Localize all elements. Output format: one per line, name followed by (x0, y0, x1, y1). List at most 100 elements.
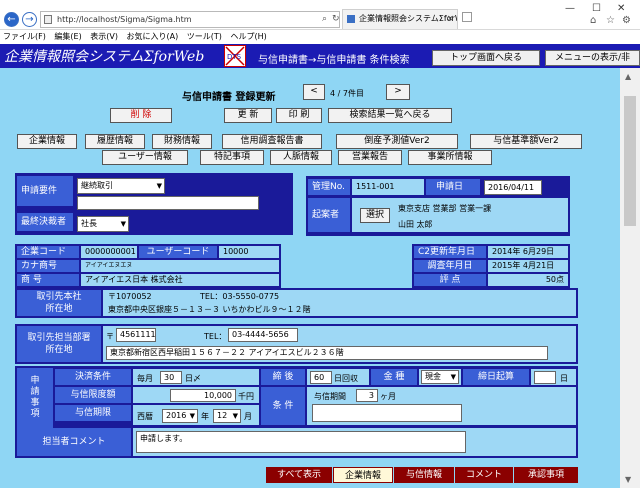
kana-label: カナ商号 (17, 260, 79, 272)
money-kind-select[interactable]: 現金 (421, 370, 459, 384)
scroll-up-icon[interactable]: ▲ (625, 72, 631, 81)
tab-user-info[interactable]: ユーザー情報 (102, 150, 188, 165)
new-tab-icon[interactable] (462, 12, 472, 22)
conditions-label: 条 件 (261, 387, 305, 425)
prev-record-button[interactable]: < (303, 84, 325, 100)
start-day-input[interactable] (534, 371, 556, 384)
bottom-tab-credit[interactable]: 与信情報 (394, 467, 454, 483)
bottom-tab-show-all[interactable]: すべて表示 (266, 467, 332, 483)
menu-edit[interactable]: 編集(E) (54, 32, 81, 41)
credit-limit-unit: 千円 (238, 392, 254, 401)
vertical-scrollbar[interactable]: ▲ ▼ (620, 68, 640, 488)
comment-label: 担当者コメント (17, 428, 131, 456)
menu-view[interactable]: 表示(V) (90, 32, 118, 41)
svg-text:DTS: DTS (227, 53, 242, 61)
back-icon[interactable]: ← (4, 12, 19, 27)
back-to-list-button[interactable]: 検索結果一覧へ戻る (328, 108, 452, 123)
menu-help[interactable]: ヘルプ(H) (230, 32, 266, 41)
address-bar[interactable]: http://localhost/Sigma/Sigma.htm (40, 11, 340, 28)
credit-term-unit: ヶ月 (380, 392, 396, 401)
delete-button[interactable]: 削 除 (110, 108, 172, 123)
user-code-label: ユーザーコード (139, 246, 217, 258)
branch-address-input[interactable]: 東京都新宿区西早稲田１５６７－２２ アイアイエスビル２３６階 (106, 346, 548, 360)
next-record-button[interactable]: > (386, 84, 410, 100)
record-counter: 4 / 7件目 (330, 89, 364, 98)
hq-address: 東京都中央区銀座５－１３－３ いちかわビル９～１２階 (108, 305, 311, 314)
home-icon[interactable]: ⌂ (590, 15, 596, 26)
close-window-icon[interactable]: ✕ (617, 3, 625, 14)
branch-zip-mark: 〒 (106, 332, 114, 341)
closing-day-suffix: 日〆 (185, 374, 201, 383)
apply-date-label: 申請日 (426, 179, 480, 195)
favorites-icon[interactable]: ☆ (606, 15, 615, 26)
approver-label: 最終決裁者 (17, 213, 73, 231)
select-applicant-button[interactable]: 選択 (360, 208, 390, 223)
month-select[interactable]: 12 (213, 409, 241, 423)
credit-limit-label: 与信限度額 (55, 387, 131, 403)
breadcrumb: 与信申請書→与信申請書 条件検索 (258, 55, 410, 66)
tab-title: 企業情報照会システムΣforWeb (359, 14, 457, 23)
tab-sales-report[interactable]: 営業報告 (338, 150, 402, 165)
monthly-text: 毎月 (137, 374, 153, 383)
c2-update-value: 2014年 6月29日 (488, 246, 568, 258)
maximize-icon[interactable]: ☐ (592, 3, 601, 14)
tab-close-icon[interactable]: × (446, 10, 454, 28)
company-code-label: 企業コード (17, 246, 79, 258)
reason-text-input[interactable] (77, 196, 259, 210)
era-text: 西暦 (137, 412, 153, 421)
tab-favicon-icon (347, 15, 355, 23)
credit-term-input[interactable]: 3 (356, 389, 378, 402)
menu-favorites[interactable]: お気に入り(A) (127, 32, 179, 41)
closing-day-input[interactable]: 30 (160, 371, 182, 384)
trade-name-label: 商 号 (17, 274, 79, 286)
tab-credit-report[interactable]: 信用調査報告書 (222, 134, 322, 149)
address-url: http://localhost/Sigma/Sigma.htm (57, 15, 192, 24)
menu-file[interactable]: ファイル(F) (3, 32, 46, 41)
hq-zip: 〒1070052 (108, 292, 152, 301)
terms-side-label: 申請事項 (17, 368, 53, 428)
tab-special-notes[interactable]: 特記事項 (200, 150, 264, 165)
refresh-icon[interactable]: ↻ (332, 14, 340, 24)
browser-tab[interactable]: 企業情報照会システムΣforWeb× (342, 9, 458, 29)
tab-finance[interactable]: 財務情報 (152, 134, 212, 149)
menu-tools[interactable]: ツール(T) (187, 32, 222, 41)
reason-select[interactable]: 継続取引 (77, 178, 165, 194)
menu-toggle-button[interactable]: メニューの表示/非 (545, 50, 640, 66)
dts-logo: DTS (224, 45, 246, 67)
tab-connections[interactable]: 人脈情報 (270, 150, 332, 165)
score-value: 50点 (488, 274, 568, 286)
trade-name-value: アイアイエス日本 株式会社 (81, 274, 279, 286)
search-icon[interactable]: ⌕ (322, 14, 327, 24)
credit-limit-input[interactable]: 10,000 (170, 389, 236, 402)
browser-menubar: ファイル(F) 編集(E) 表示(V) お気に入り(A) ツール(T) ヘルプ(… (0, 31, 640, 44)
scroll-down-icon[interactable]: ▼ (625, 475, 631, 484)
tab-credit-standard[interactable]: 与信基準額Ver2 (470, 134, 582, 149)
forward-icon[interactable]: → (22, 12, 37, 27)
hq-tel: TEL：03-5550-0775 (200, 292, 280, 301)
print-button[interactable]: 印 刷 (276, 108, 322, 123)
tab-office-info[interactable]: 事業所情報 (408, 150, 492, 165)
bottom-tab-company[interactable]: 企業情報 (333, 467, 393, 483)
bottom-tab-comment[interactable]: コメント (455, 467, 513, 483)
top-page-button[interactable]: トップ画面へ戻る (432, 50, 540, 66)
c2-update-label: C2更新年月日 (414, 246, 486, 258)
tab-company-info[interactable]: 企業情報 (17, 134, 77, 149)
branch-tel-input[interactable]: 03-4444-5656 (228, 328, 298, 342)
company-code-value: 0000000001 (81, 246, 137, 258)
settings-gear-icon[interactable]: ⚙ (622, 15, 631, 26)
conditions-textarea[interactable] (312, 404, 462, 422)
minimize-icon[interactable]: — (565, 3, 575, 14)
scroll-thumb[interactable] (624, 96, 636, 226)
tab-bankruptcy[interactable]: 倒産予測値Ver2 (336, 134, 458, 149)
apply-date-input[interactable]: 2016/04/11 (484, 180, 542, 195)
year-select[interactable]: 2016 (162, 409, 198, 423)
branch-label: 取引先担当部署 所在地 (17, 326, 101, 362)
collect-day-input[interactable]: 60 (310, 371, 332, 384)
bottom-tab-approval[interactable]: 承認事項 (514, 467, 578, 483)
branch-zip-input[interactable]: 4561111 (116, 328, 156, 342)
comment-textarea[interactable]: 申請します。 (136, 431, 466, 453)
tab-history[interactable]: 履歴情報 (85, 134, 145, 149)
update-button[interactable]: 更 新 (224, 108, 272, 123)
approver-select[interactable]: 社長 (77, 216, 129, 232)
applicant-label: 起案者 (308, 198, 350, 232)
